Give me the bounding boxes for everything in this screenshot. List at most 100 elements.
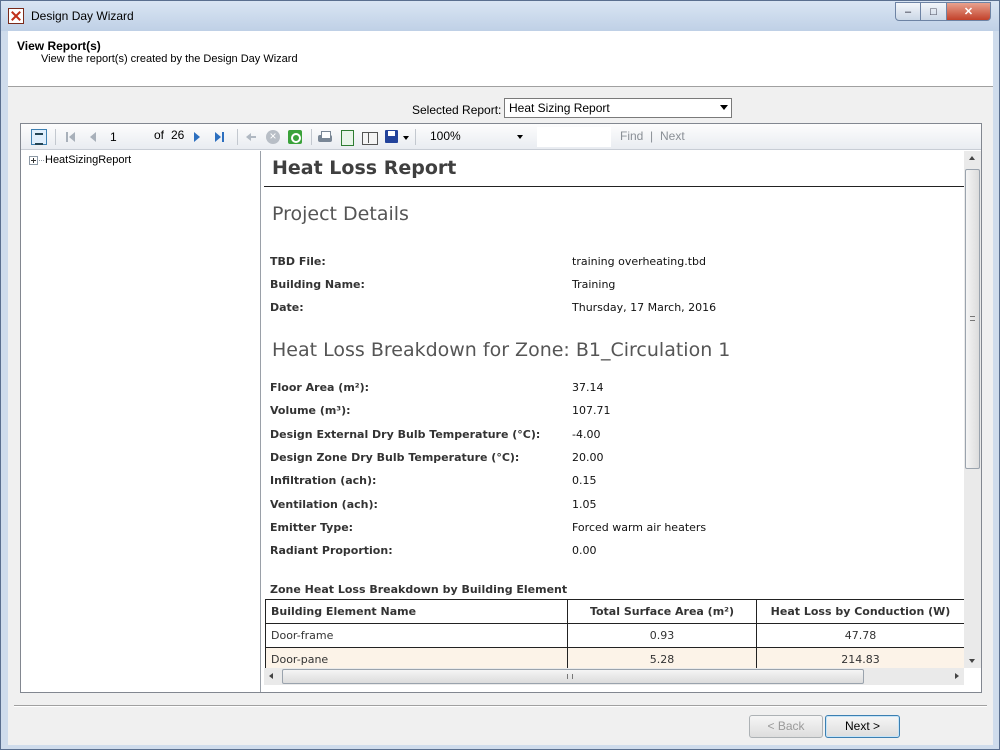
horizontal-scroll-thumb[interactable] (282, 669, 864, 684)
zoom-value: 100% (430, 129, 461, 143)
field-label: Infiltration (ach): (270, 474, 377, 487)
field-value: 37.14 (572, 381, 604, 394)
toolbar-separator (237, 129, 238, 145)
window-title: Design Day Wizard (31, 9, 134, 23)
maximize-button[interactable]: □ (921, 2, 947, 21)
expand-icon[interactable] (29, 156, 38, 165)
grip-icon (567, 674, 573, 679)
chevron-down-icon (720, 105, 728, 110)
toolbar-separator (415, 129, 416, 145)
column-header: Building Element Name (265, 599, 568, 624)
back-icon[interactable] (243, 129, 259, 145)
scroll-up-icon[interactable] (969, 156, 975, 160)
field-label: Emitter Type: (270, 521, 354, 534)
refresh-icon[interactable] (287, 129, 303, 145)
field-value: Training (572, 278, 616, 291)
field-value: 107.71 (572, 404, 611, 417)
field-value: 0.00 (572, 544, 597, 557)
back-button[interactable]: < Back (749, 715, 823, 738)
scroll-right-icon[interactable] (955, 673, 959, 679)
toolbar-separator (55, 129, 56, 145)
first-page-icon[interactable] (63, 129, 79, 145)
table-row: Door-pane 5.28 214.83 (265, 647, 964, 668)
table-title: Zone Heat Loss Breakdown by Building Ele… (270, 583, 568, 596)
field-label: Date: (270, 301, 304, 314)
next-page-icon[interactable] (189, 129, 205, 145)
export-save-icon[interactable] (384, 129, 400, 145)
toolbar-separator (311, 129, 312, 145)
chevron-down-icon (517, 135, 523, 139)
app-tools-icon (8, 8, 24, 24)
table-cell: 5.28 (567, 647, 757, 668)
heat-loss-table: Building Element Name Total Surface Area… (265, 599, 964, 668)
toggle-document-map-icon[interactable] (31, 129, 47, 145)
table-cell: 214.83 (756, 647, 964, 668)
field-value: 1.05 (572, 498, 597, 511)
field-label: Floor Area (m²): (270, 381, 370, 394)
field-value: 20.00 (572, 451, 604, 464)
column-header: Total Surface Area (m²) (567, 599, 757, 624)
find-text-input[interactable] (537, 127, 611, 147)
horizontal-scrollbar[interactable] (264, 668, 964, 685)
vertical-scrollbar[interactable] (964, 151, 981, 668)
document-map-tree: HeatSizingReport (21, 151, 261, 692)
last-page-icon[interactable] (211, 129, 227, 145)
print-icon[interactable] (317, 129, 333, 145)
wizard-client-area: View Report(s) View the report(s) create… (8, 31, 993, 745)
current-page-input[interactable] (107, 128, 149, 146)
zone-breakdown-heading: Heat Loss Breakdown for Zone: B1_Circula… (272, 339, 731, 361)
find-separator: | (650, 129, 654, 143)
export-dropdown-icon[interactable] (403, 136, 409, 140)
page-subtitle: View the report(s) created by the Design… (41, 53, 298, 65)
wizard-window: Design Day Wizard – □ ✕ View Report(s) V… (0, 0, 1000, 750)
selected-report-value: Heat Sizing Report (509, 101, 610, 115)
scroll-down-icon[interactable] (969, 659, 975, 663)
tree-node-heat-sizing-report[interactable]: HeatSizingReport (45, 154, 131, 166)
selected-report-label: Selected Report: (412, 103, 502, 117)
close-button[interactable]: ✕ (947, 2, 991, 21)
field-label: Radiant Proportion: (270, 544, 393, 557)
field-label: Building Name: (270, 278, 365, 291)
vertical-scroll-thumb[interactable] (965, 169, 980, 469)
report-viewer: of 26 100% Find (20, 123, 982, 693)
print-layout-icon[interactable] (339, 129, 355, 146)
field-value: -4.00 (572, 428, 601, 441)
scroll-left-icon[interactable] (269, 673, 273, 679)
page-total: 26 (171, 128, 185, 142)
page-setup-icon[interactable] (361, 129, 378, 145)
table-cell: 47.78 (756, 623, 964, 648)
previous-page-icon[interactable] (85, 129, 101, 145)
field-label: Ventilation (ach): (270, 498, 378, 511)
field-label: Design External Dry Bulb Temperature (°C… (270, 428, 541, 441)
page-of-label: of (154, 128, 165, 142)
page-title: View Report(s) (17, 39, 101, 53)
field-label: Design Zone Dry Bulb Temperature (°C): (270, 451, 520, 464)
minimize-button[interactable]: – (895, 2, 921, 21)
report-title: Heat Loss Report (272, 157, 457, 179)
title-bar: Design Day Wizard – □ ✕ (1, 1, 999, 31)
field-value: 0.15 (572, 474, 597, 487)
grip-icon (970, 316, 975, 321)
table-cell: Door-frame (265, 623, 568, 648)
table-cell: 0.93 (567, 623, 757, 648)
button-divider (14, 705, 987, 707)
field-label: Volume (m³): (270, 404, 351, 417)
title-divider (264, 186, 964, 187)
tree-connector (39, 160, 44, 161)
report-toolbar: of 26 100% Find (21, 124, 981, 150)
stop-icon[interactable] (265, 129, 281, 145)
table-cell: Door-pane (265, 647, 568, 668)
project-details-heading: Project Details (272, 203, 409, 225)
report-page: Heat Loss Report Project Details TBD Fil… (264, 151, 964, 668)
zoom-dropdown[interactable]: 100% (427, 128, 527, 146)
wizard-header: View Report(s) View the report(s) create… (8, 31, 993, 87)
field-label: TBD File: (270, 255, 326, 268)
selected-report-dropdown[interactable]: Heat Sizing Report (504, 98, 732, 118)
column-header: Heat Loss by Conduction (W) (756, 599, 964, 624)
find-link[interactable]: Find (620, 129, 643, 143)
field-value: training overheating.tbd (572, 255, 707, 268)
table-row: Door-frame 0.93 47.78 (265, 623, 964, 648)
field-value: Thursday, 17 March, 2016 (572, 301, 717, 314)
next-button[interactable]: Next > (825, 715, 900, 738)
find-next-link[interactable]: Next (660, 129, 685, 143)
